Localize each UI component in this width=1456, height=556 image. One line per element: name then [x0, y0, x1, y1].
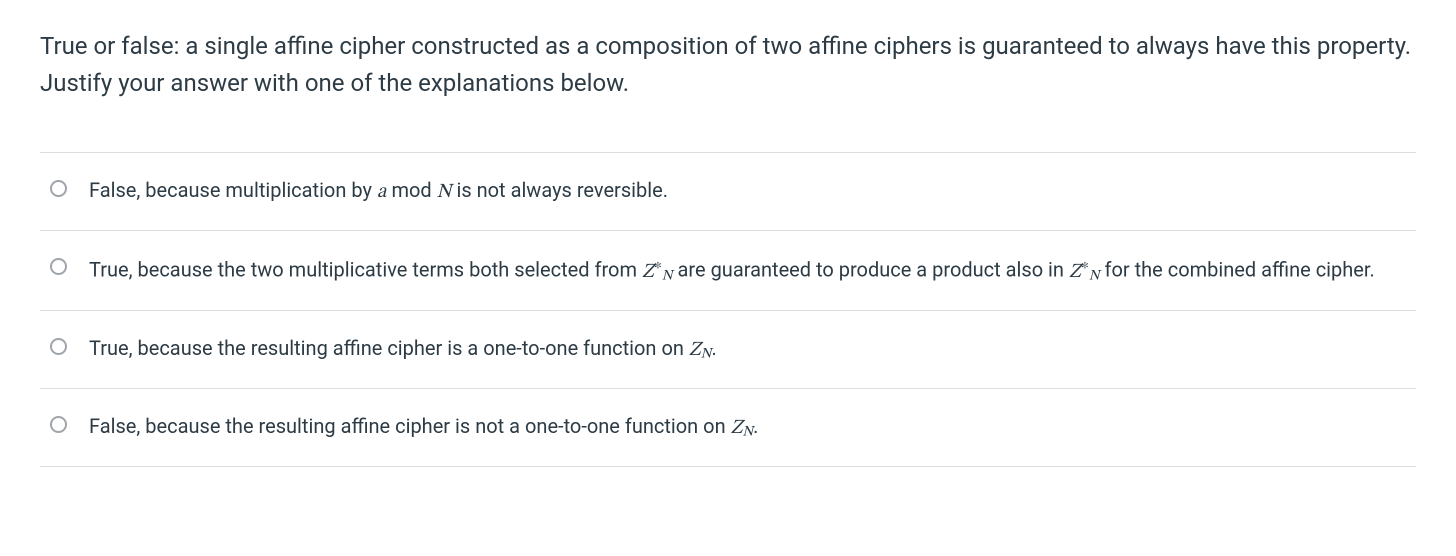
radio-icon[interactable]: [50, 416, 67, 433]
option-1-post: is not always reversible.: [452, 178, 668, 202]
question-prompt: True or false: a single affine cipher co…: [40, 28, 1416, 102]
math-Z: Z: [689, 340, 701, 360]
option-2[interactable]: True, because the two multiplicative ter…: [40, 231, 1416, 310]
math-N: N: [437, 182, 452, 202]
math-ZN: ZN: [689, 340, 712, 360]
math-Z: Z: [642, 262, 654, 282]
option-1-pre: False, because multiplication by: [89, 178, 377, 202]
question-prompt-text: True or false: a single affine cipher co…: [40, 32, 1411, 97]
math-ZN: ZN: [731, 418, 754, 438]
math-Zstar: Z∗N: [642, 262, 673, 282]
math-Zstar: Z∗N: [1069, 262, 1100, 282]
option-3-pre: True, because the resulting affine ciphe…: [89, 336, 689, 360]
option-4[interactable]: False, because the resulting affine ciph…: [40, 389, 1416, 467]
math-star: ∗: [654, 257, 662, 272]
option-2-text: True, because the two multiplicative ter…: [89, 253, 1375, 287]
option-1-text: False, because multiplication by a mod N…: [89, 175, 668, 208]
math-sub-N: N: [662, 269, 673, 283]
radio-icon[interactable]: [50, 258, 67, 275]
radio-icon[interactable]: [50, 338, 67, 355]
math-sub-N: N: [1089, 269, 1100, 283]
options-list: False, because multiplication by a mod N…: [40, 152, 1416, 466]
option-3-post: .: [711, 336, 716, 360]
math-sub-N: N: [742, 425, 753, 439]
option-2-pre: True, because the two multiplicative ter…: [89, 258, 642, 282]
radio-icon[interactable]: [50, 180, 67, 197]
math-Z: Z: [731, 418, 743, 438]
option-4-post: .: [753, 414, 758, 438]
option-1[interactable]: False, because multiplication by a mod N…: [40, 153, 1416, 231]
option-4-pre: False, because the resulting affine ciph…: [89, 414, 731, 438]
math-sub-N: N: [701, 347, 712, 361]
option-2-post: for the combined affine cipher.: [1100, 258, 1375, 282]
option-2-mid: are guaranteed to produce a product also…: [673, 258, 1069, 282]
option-3-text: True, because the resulting affine ciphe…: [89, 333, 717, 366]
option-1-mid: mod: [387, 178, 437, 202]
math-a: a: [377, 182, 387, 202]
math-star: ∗: [1081, 257, 1089, 272]
option-4-text: False, because the resulting affine ciph…: [89, 411, 758, 444]
math-Z: Z: [1069, 262, 1081, 282]
option-3[interactable]: True, because the resulting affine ciphe…: [40, 311, 1416, 389]
